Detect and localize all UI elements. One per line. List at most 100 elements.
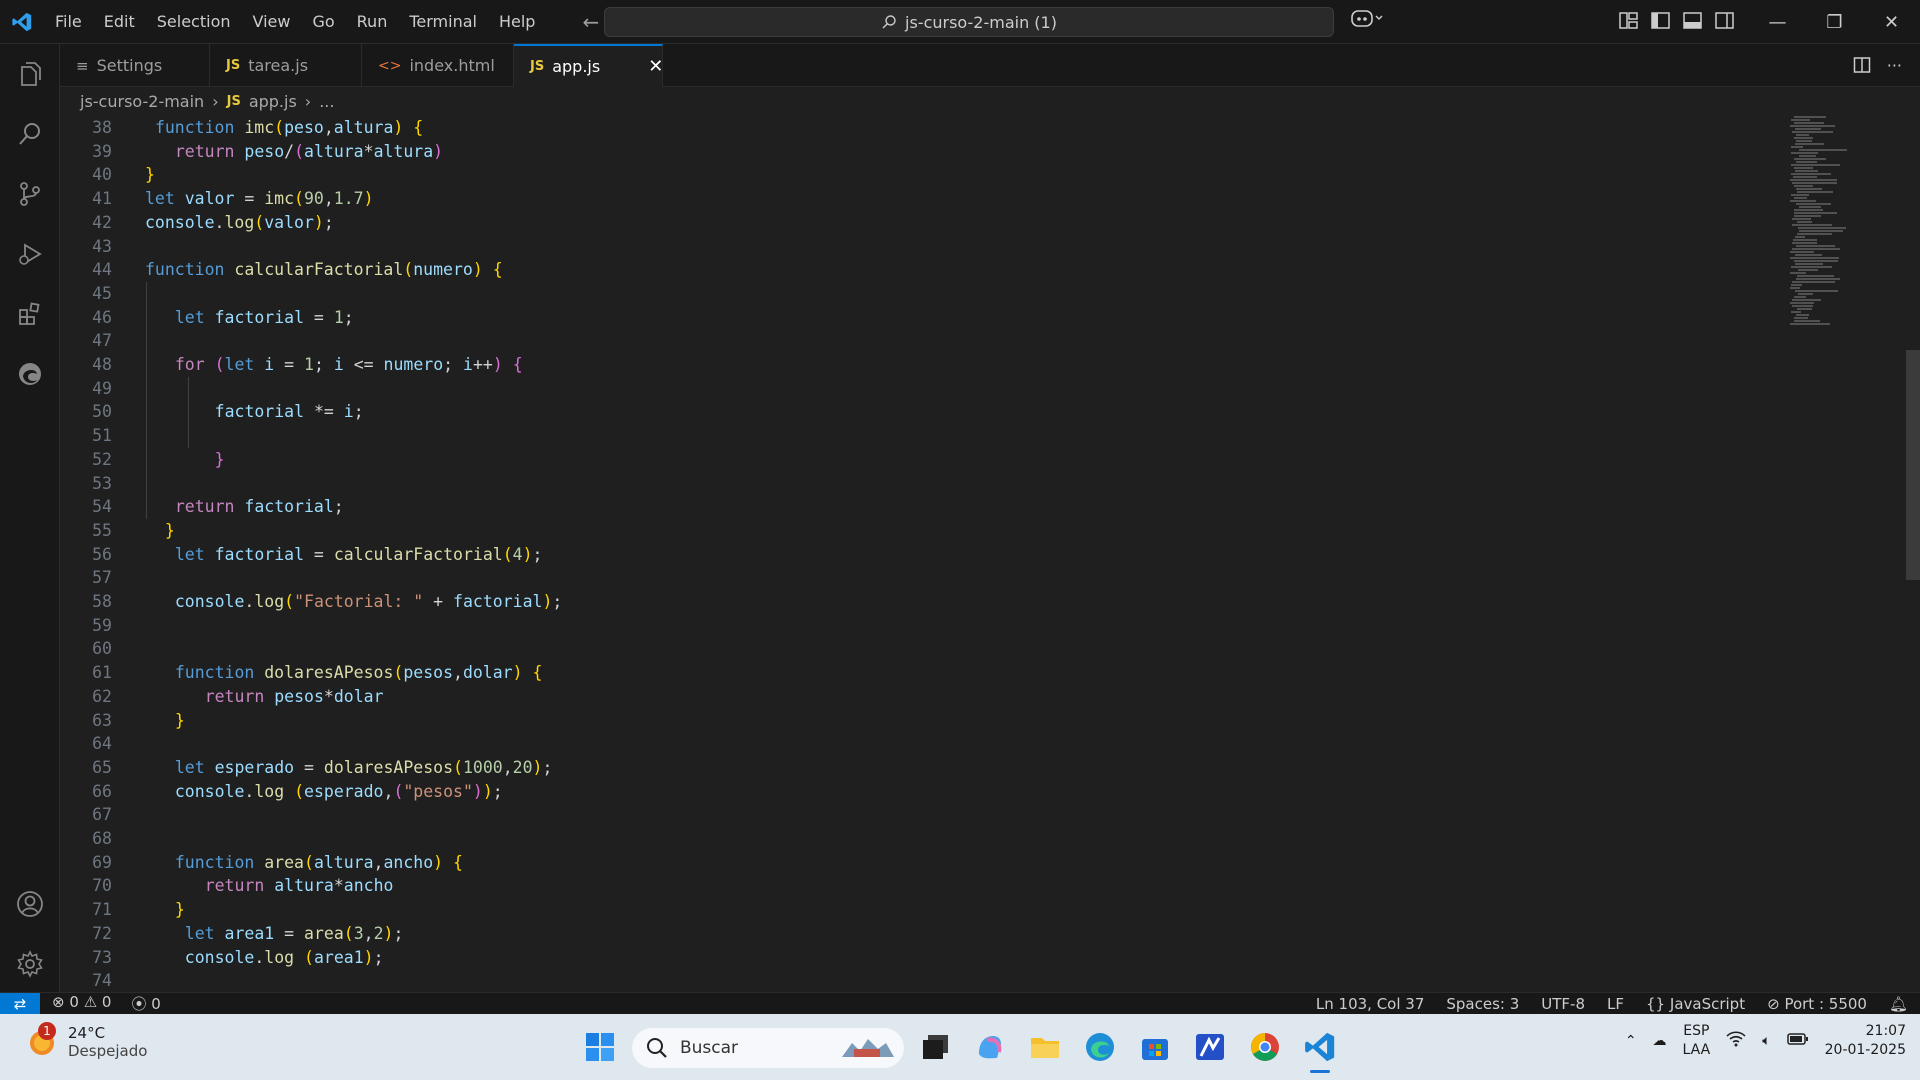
breadcrumb-symbol[interactable]: ... [319, 92, 334, 111]
taskbar-search[interactable]: Buscar [632, 1028, 904, 1068]
code-line[interactable]: 45 [60, 282, 1820, 306]
code-line[interactable]: 63} [60, 709, 1820, 733]
code-line[interactable]: 54 return factorial; [60, 495, 1820, 519]
indentation[interactable]: Spaces: 3 [1446, 995, 1519, 1013]
code-line[interactable]: 42 console.log(valor); [60, 211, 1820, 235]
encoding[interactable]: UTF-8 [1541, 995, 1585, 1013]
code-line[interactable]: 60 [60, 637, 1820, 661]
code-line[interactable]: 69 function area(altura,ancho) { [60, 851, 1820, 875]
menu-run[interactable]: Run [346, 0, 399, 44]
tab-settings[interactable]: ≡ Settings [60, 44, 210, 87]
toggle-secondary-sidebar-icon[interactable] [1714, 10, 1735, 31]
copilot-icon[interactable] [1350, 8, 1384, 33]
code-line[interactable]: 61 function dolaresAPesos(pesos,dolar) { [60, 661, 1820, 685]
code-line[interactable]: 56 let factorial = calcularFactorial(4); [60, 543, 1820, 567]
battery-icon[interactable] [1786, 1032, 1809, 1050]
menu-edit[interactable]: Edit [93, 0, 146, 44]
manage-gear-icon[interactable] [0, 934, 60, 994]
editor-scrollbar[interactable] [1904, 116, 1920, 990]
code-line[interactable]: 64 [60, 732, 1820, 756]
menu-selection[interactable]: Selection [146, 0, 242, 44]
system-clock[interactable]: 21:07 20-01-2025 [1825, 1022, 1906, 1060]
close-window-icon[interactable]: ✕ [1863, 0, 1920, 44]
menu-terminal[interactable]: Terminal [398, 0, 488, 44]
code-line[interactable]: 49 [60, 377, 1820, 401]
tab-index-html[interactable]: <> index.html [362, 44, 514, 87]
tab-app-js[interactable]: JS app.js ✕ [514, 44, 663, 87]
cursor-position[interactable]: Ln 103, Col 37 [1316, 995, 1424, 1013]
code-line[interactable]: 52} [60, 448, 1820, 472]
tab-tarea-js[interactable]: JS tarea.js [210, 44, 362, 87]
edge-devtools-icon[interactable] [0, 344, 60, 404]
chevron-up-icon[interactable]: ⌃ [1625, 1033, 1637, 1049]
end-of-line[interactable]: LF [1607, 995, 1624, 1013]
minimap[interactable] [1786, 116, 1904, 326]
code-line[interactable]: 47 [60, 329, 1820, 353]
vscode-taskbar-icon[interactable] [1303, 1030, 1337, 1073]
vscode-logo-icon[interactable] [0, 0, 44, 44]
customize-layout-icon[interactable] [1618, 10, 1639, 31]
toggle-primary-sidebar-icon[interactable] [1650, 10, 1671, 31]
run-debug-icon[interactable] [0, 224, 60, 284]
code-line[interactable]: 65 let esperado = dolaresAPesos(1000,20); [60, 756, 1820, 780]
code-line[interactable]: 38 function imc(peso,altura) { [60, 116, 1820, 140]
notifications-bell-icon[interactable]: 🔔︎ [1889, 995, 1908, 1013]
command-center-search[interactable]: js-curso-2-main (1) [604, 7, 1334, 37]
code-line[interactable]: 46 let factorial = 1; [60, 306, 1820, 330]
code-line[interactable]: 72 let area1 = area(3,2); [60, 922, 1820, 946]
copilot-app-icon[interactable] [973, 1030, 1007, 1064]
code-line[interactable]: 71} [60, 898, 1820, 922]
code-line[interactable]: 44 function calcularFactorial(numero) { [60, 258, 1820, 282]
code-line[interactable]: 66 console.log (esperado,("pesos")); [60, 780, 1820, 804]
toggle-panel-icon[interactable] [1682, 10, 1703, 31]
ports-indicator[interactable]: ⦿ 0 [131, 993, 160, 1014]
chrome-browser-icon[interactable] [1248, 1030, 1282, 1064]
windows-start-icon[interactable] [583, 1030, 617, 1064]
breadcrumb-file[interactable]: app.js [249, 92, 297, 111]
code-line[interactable]: 57 [60, 566, 1820, 590]
close-tab-icon[interactable]: ✕ [648, 56, 663, 77]
code-line[interactable]: 48 for (let i = 1; i <= numero; i++) { [60, 353, 1820, 377]
input-language[interactable]: ESP LAA [1683, 1022, 1711, 1060]
explorer-icon[interactable] [0, 44, 60, 104]
menu-help[interactable]: Help [488, 0, 546, 44]
back-arrow-icon[interactable]: ← [582, 10, 599, 34]
code-line[interactable]: 62 return pesos*dolar [60, 685, 1820, 709]
breadcrumb-folder[interactable]: js-curso-2-main [80, 92, 204, 111]
code-line[interactable]: 41 let valor = imc(90,1.7) [60, 187, 1820, 211]
file-explorer-icon[interactable] [1028, 1030, 1062, 1064]
edge-browser-icon[interactable] [1083, 1030, 1117, 1064]
onedrive-cloud-icon[interactable]: ☁︎ [1653, 1033, 1667, 1049]
remote-indicator-icon[interactable]: ⇄ [0, 992, 40, 1015]
wifi-icon[interactable] [1726, 1031, 1746, 1051]
code-line[interactable]: 53 [60, 472, 1820, 496]
power-automate-icon[interactable] [1193, 1030, 1227, 1064]
volume-icon[interactable]: 🔈︎ [1762, 1033, 1770, 1049]
code-line[interactable]: 67 [60, 803, 1820, 827]
weather-widget[interactable]: 1 24°C Despejado [24, 1022, 147, 1060]
code-line[interactable]: 74 [60, 969, 1820, 990]
code-line[interactable]: 59 [60, 614, 1820, 638]
menu-file[interactable]: File [44, 0, 93, 44]
code-line[interactable]: 73 console.log (area1); [60, 946, 1820, 970]
split-editor-icon[interactable] [1853, 56, 1871, 78]
code-line[interactable]: 55} [60, 519, 1820, 543]
code-editor[interactable]: 38 function imc(peso,altura) {39 return pe… [60, 116, 1860, 990]
code-line[interactable]: 70 return altura*ancho [60, 874, 1820, 898]
menu-go[interactable]: Go [301, 0, 345, 44]
task-view-icon[interactable] [918, 1030, 952, 1064]
restore-icon[interactable]: ❐ [1806, 0, 1863, 44]
language-mode[interactable]: {} JavaScript [1646, 995, 1745, 1013]
minimize-icon[interactable]: — [1749, 0, 1806, 44]
code-line[interactable]: 50 factorial *= i; [60, 400, 1820, 424]
code-line[interactable]: 40} [60, 163, 1820, 187]
live-server-port[interactable]: ⊘ Port : 5500 [1767, 995, 1867, 1013]
account-icon[interactable] [0, 874, 60, 934]
scrollbar-thumb[interactable] [1906, 350, 1920, 580]
code-line[interactable]: 51 [60, 424, 1820, 448]
code-line[interactable]: 39 return peso/(altura*altura) [60, 140, 1820, 164]
microsoft-store-icon[interactable] [1138, 1030, 1172, 1064]
extensions-icon[interactable] [0, 284, 60, 344]
menu-view[interactable]: View [242, 0, 302, 44]
problems-indicator[interactable]: ⊗ 0 ⚠ 0 [52, 993, 111, 1014]
